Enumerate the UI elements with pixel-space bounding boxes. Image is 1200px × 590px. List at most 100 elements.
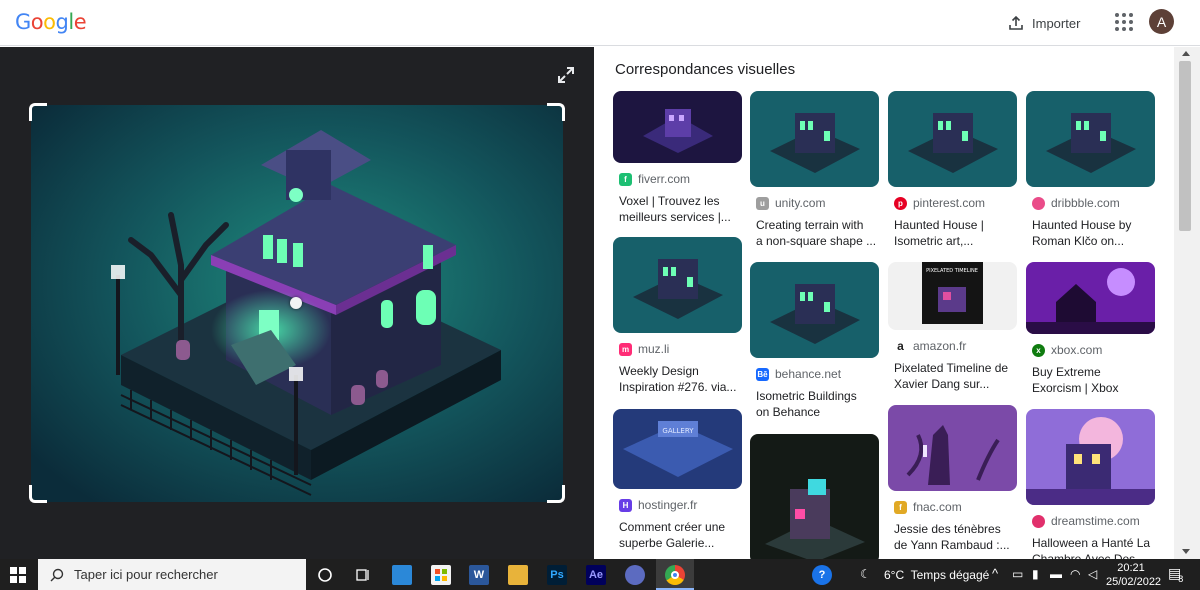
fiverr-icon: f <box>619 172 632 186</box>
scroll-down-arrow-icon[interactable] <box>1182 549 1190 554</box>
result-site: p pinterest.com <box>888 195 1017 211</box>
result-card[interactable]: p pinterest.com Haunted House | Isometri… <box>888 91 1017 249</box>
after-effects-app-icon[interactable]: Ae <box>586 565 606 585</box>
weather-widget[interactable]: 6°C Temps dégagé <box>884 568 989 582</box>
volume-icon[interactable]: ◁ <box>1088 567 1097 581</box>
result-thumbnail <box>613 91 742 163</box>
result-title-line: Isometric art,... <box>894 234 974 248</box>
store-app-icon[interactable] <box>431 565 451 585</box>
task-view-icon[interactable] <box>353 565 373 585</box>
result-site: Bē behance.net <box>750 366 879 382</box>
result-site: x xbox.com <box>1026 342 1155 358</box>
result-title-line: Xavier Dang sur... <box>894 377 990 391</box>
result-site: dreamstime.com <box>1026 513 1155 529</box>
amazon-icon: a <box>894 339 907 353</box>
result-site: H hostinger.fr <box>613 497 742 513</box>
mail-app-icon[interactable] <box>392 565 412 585</box>
tray-device-icon[interactable]: ▭ <box>1012 567 1023 581</box>
notification-center-icon[interactable]: ▤8 <box>1168 565 1186 584</box>
result-title-line: a non-square shape ... <box>756 234 877 248</box>
result-title-line: meilleurs services |... <box>619 210 731 224</box>
taskbar-search-box[interactable]: Taper ici pour rechercher <box>38 559 306 590</box>
photoshop-label: Ps <box>550 569 564 581</box>
result-card[interactable]: GALLERY H hostinger.fr Comment créer une… <box>613 409 742 551</box>
result-card[interactable]: x xbox.com Buy Extreme Exorcism | Xbox <box>1026 262 1155 396</box>
photoshop-app-icon[interactable]: Ps <box>547 565 567 585</box>
cortana-icon[interactable] <box>315 565 335 585</box>
page-scrollbar[interactable] <box>1174 47 1200 559</box>
result-title: Haunted House | Isometric art,... <box>888 217 1017 249</box>
result-title-line: Buy Extreme <box>1032 365 1101 379</box>
crop-corner-bottom-left[interactable] <box>29 485 47 503</box>
discord-app-icon[interactable] <box>625 565 645 585</box>
result-title-line: Inspiration #276. via... <box>619 380 737 394</box>
result-card[interactable]: f fiverr.com Voxel | Trouvez les meilleu… <box>613 91 742 225</box>
result-thumbnail <box>750 262 879 358</box>
tray-chevron-up-icon[interactable]: ^ <box>992 566 998 581</box>
result-card[interactable]: u unity.com Creating terrain with a non-… <box>750 91 879 249</box>
crop-corner-top-right[interactable] <box>547 103 565 121</box>
result-card[interactable] <box>750 434 879 559</box>
network-icon[interactable]: ▬ <box>1050 567 1062 581</box>
logo-letter: o <box>43 10 56 34</box>
import-button[interactable]: Importer <box>1008 12 1080 34</box>
visual-matches-panel: Correspondances visuelles f fiverr.com V… <box>594 47 1174 559</box>
pinterest-icon: p <box>894 196 907 210</box>
amazon-thumb-text: PIXELATED TIMELINE <box>926 268 978 274</box>
windows-start-icon[interactable] <box>10 567 26 583</box>
result-card[interactable]: m muz.li Weekly Design Inspiration #276.… <box>613 237 742 395</box>
result-title-line: Pixelated Timeline de <box>894 361 1009 375</box>
dribbble-icon <box>1032 196 1045 210</box>
result-thumbnail <box>888 91 1017 187</box>
result-title-line: Haunted House by <box>1032 218 1132 232</box>
system-clock[interactable]: 20:21 25/02/2022 <box>1106 561 1161 589</box>
battery-icon[interactable]: ▮ <box>1032 567 1039 581</box>
search-icon <box>50 568 64 581</box>
result-thumbnail <box>1026 262 1155 334</box>
result-title-line: on Behance <box>756 405 821 419</box>
scroll-up-arrow-icon[interactable] <box>1182 51 1190 56</box>
file-explorer-icon[interactable] <box>508 565 528 585</box>
avatar[interactable]: A <box>1149 9 1174 34</box>
crop-corner-top-left[interactable] <box>29 103 47 121</box>
avatar-letter: A <box>1156 13 1167 30</box>
result-site-name: pinterest.com <box>913 196 986 210</box>
logo-letter: o <box>30 10 44 34</box>
result-card[interactable]: PIXELATED TIMELINE a amazon.fr Pixelated… <box>888 262 1017 392</box>
apps-grid-icon[interactable] <box>1114 12 1134 32</box>
object-selection-dot[interactable] <box>290 297 302 309</box>
word-app-icon[interactable]: W <box>469 565 489 585</box>
after-effects-label: Ae <box>588 569 604 581</box>
result-site-name: xbox.com <box>1051 343 1103 357</box>
search-placeholder: Taper ici pour rechercher <box>74 567 218 582</box>
scrollbar-thumb[interactable] <box>1179 61 1191 231</box>
logo-letter: G <box>15 10 31 34</box>
result-site: dribbble.com <box>1026 195 1155 211</box>
fnac-icon: f <box>894 500 907 514</box>
expand-icon[interactable] <box>556 65 576 85</box>
result-site-name: muz.li <box>638 342 670 356</box>
result-site-name: fnac.com <box>913 500 962 514</box>
wifi-icon[interactable]: ◠ <box>1070 567 1080 581</box>
image-preview-panel <box>0 47 594 559</box>
result-site-name: unity.com <box>775 196 826 210</box>
result-title-line: Voxel | Trouvez les <box>619 194 720 208</box>
result-site: f fnac.com <box>888 499 1017 515</box>
crop-corner-bottom-right[interactable] <box>547 485 565 503</box>
result-site: f fiverr.com <box>613 171 742 187</box>
result-title-line: superbe Galerie... <box>619 536 715 550</box>
result-title-line: Weekly Design <box>619 364 699 378</box>
result-title: Comment créer une superbe Galerie... <box>613 519 742 551</box>
dreamstime-icon <box>1032 514 1045 528</box>
result-title: Jessie des ténèbres de Yann Rambaud :... <box>888 521 1017 553</box>
result-card[interactable]: dreamstime.com Halloween a Hanté La Cham… <box>1026 409 1155 559</box>
result-card[interactable]: f fnac.com Jessie des ténèbres de Yann R… <box>888 405 1017 553</box>
result-card[interactable]: Bē behance.net Isometric Buildings on Be… <box>750 262 879 420</box>
google-logo[interactable]: Google <box>15 10 87 34</box>
help-icon[interactable]: ? <box>812 565 832 585</box>
result-title: Haunted House by Roman Klčo on... <box>1026 217 1155 249</box>
result-card[interactable]: dribbble.com Haunted House by Roman Klčo… <box>1026 91 1155 249</box>
result-title-line: Jessie des ténèbres <box>894 522 1001 536</box>
result-site-name: dreamstime.com <box>1051 514 1140 528</box>
chrome-app-icon[interactable] <box>665 565 685 585</box>
